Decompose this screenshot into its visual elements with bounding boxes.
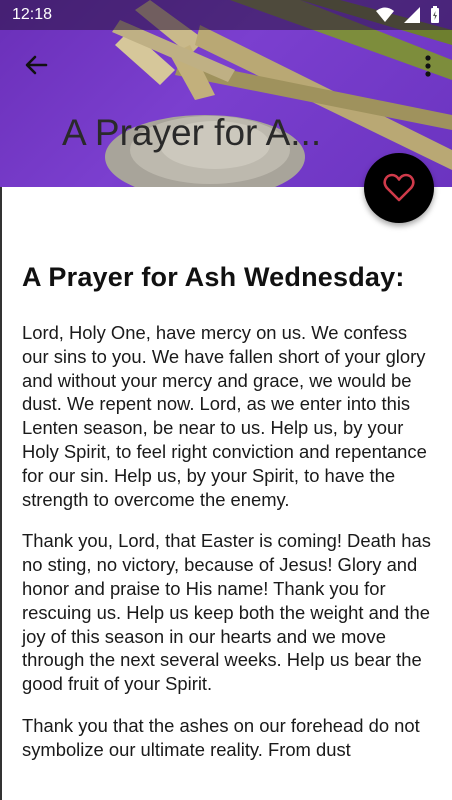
- more-options-button[interactable]: [418, 52, 438, 80]
- more-vert-icon: [425, 55, 431, 77]
- toolbar-title: A Prayer for A...: [62, 112, 322, 153]
- article-heading: A Prayer for Ash Wednesday:: [22, 262, 405, 292]
- article-paragraph: Thank you that the ashes on our forehead…: [22, 714, 420, 760]
- back-button[interactable]: [20, 50, 54, 80]
- heart-outline-icon: [383, 173, 415, 202]
- status-bar: 12:18: [0, 0, 452, 30]
- battery-icon: [431, 6, 439, 23]
- signal-icon: [404, 7, 420, 23]
- wifi-icon: [376, 7, 394, 22]
- article-paragraph: Lord, Holy One, have mercy on us. We con…: [22, 322, 427, 510]
- favorite-button[interactable]: [364, 153, 434, 223]
- left-border: [0, 187, 2, 800]
- article-paragraph: Thank you, Lord, that Easter is coming! …: [22, 530, 431, 695]
- status-icons: [376, 6, 440, 24]
- status-time: 12:18: [12, 6, 53, 23]
- arrow-left-icon: [25, 55, 48, 75]
- article-content: A Prayer for Ash Wednesday: Lord, Holy O…: [22, 262, 434, 780]
